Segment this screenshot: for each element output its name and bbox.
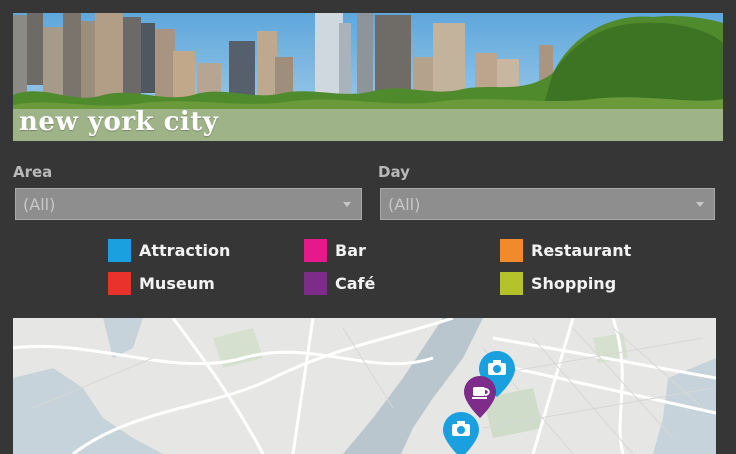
legend-label: Museum xyxy=(139,274,215,293)
day-dropdown-value: (All) xyxy=(388,195,421,214)
day-filter-label: Day xyxy=(378,163,410,181)
legend-label: Bar xyxy=(335,241,366,260)
header-banner: new york city xyxy=(13,13,723,141)
map-pin-attraction[interactable] xyxy=(443,412,479,454)
legend-swatch-bar xyxy=(304,239,327,262)
legend-swatch-museum xyxy=(108,272,131,295)
area-filter-label: Area xyxy=(13,163,53,181)
map-tiles xyxy=(13,318,716,454)
banner-title: new york city xyxy=(19,107,219,137)
legend-label: Café xyxy=(335,274,376,293)
banner-title-bar: new york city xyxy=(13,107,723,141)
legend-swatch-attraction xyxy=(108,239,131,262)
legend-label: Restaurant xyxy=(531,241,632,260)
legend-label: Shopping xyxy=(531,274,617,293)
legend-label: Attraction xyxy=(139,241,231,260)
legend-swatch-restaurant xyxy=(500,239,523,262)
legend-swatch-cafe xyxy=(304,272,327,295)
chevron-down-icon xyxy=(343,202,351,207)
area-dropdown[interactable]: (All) xyxy=(15,188,362,220)
map-view[interactable] xyxy=(13,318,716,454)
area-dropdown-value: (All) xyxy=(23,195,56,214)
chevron-down-icon xyxy=(696,202,704,207)
legend-swatch-shopping xyxy=(500,272,523,295)
day-dropdown[interactable]: (All) xyxy=(380,188,715,220)
